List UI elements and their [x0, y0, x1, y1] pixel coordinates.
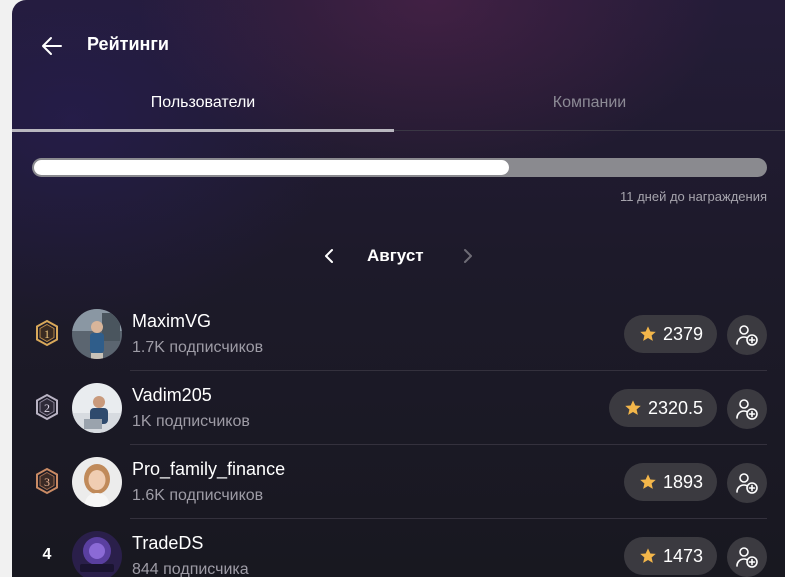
next-month-button[interactable]: [457, 246, 477, 266]
rank-number: 4: [42, 546, 52, 563]
user-name[interactable]: TradeDS: [132, 533, 203, 554]
rank-badge: 2: [32, 392, 62, 422]
star-icon: [640, 548, 656, 563]
award-countdown: 11 дней до награждения: [619, 189, 767, 204]
chevron-right-icon: [464, 249, 472, 263]
add-user-icon: [736, 325, 758, 346]
add-user-icon: [736, 399, 758, 420]
follow-button[interactable]: [727, 315, 767, 355]
subscribers-count: 844 подписчика: [132, 561, 249, 577]
score-badge[interactable]: 1473: [623, 537, 717, 575]
tabs: Пользователи Компании: [12, 88, 785, 132]
user-rating-list: 1 MaximVG 1.7K подписчиков 2379 2 Vadim2…: [12, 297, 785, 577]
gold-medal-icon: 1: [36, 319, 58, 347]
avatar[interactable]: [72, 309, 122, 359]
tab-companies[interactable]: Компании: [394, 88, 785, 132]
score-value: 2320.5: [647, 397, 703, 418]
add-user-icon: [736, 547, 758, 568]
score-value: 1893: [662, 471, 703, 492]
active-tab-indicator: [12, 129, 394, 132]
score-value: 1473: [662, 545, 703, 566]
subscribers-count: 1.7K подписчиков: [132, 339, 264, 356]
svg-text:3: 3: [44, 475, 50, 489]
list-item: 1 MaximVG 1.7K подписчиков 2379: [12, 297, 785, 371]
rank-badge: 1: [32, 318, 62, 348]
avatar[interactable]: [72, 531, 122, 577]
star-icon: [625, 400, 641, 415]
follow-button[interactable]: [727, 463, 767, 503]
score-badge[interactable]: 2379: [623, 315, 717, 353]
award-progress-fill: [34, 160, 509, 175]
ratings-panel: Рейтинги Пользователи Компании 11 дней д…: [12, 0, 785, 577]
arrow-left-icon: [42, 37, 62, 55]
list-item: 3 Pro_family_finance 1.6K подписчиков 18…: [12, 445, 785, 519]
chevron-left-icon: [325, 249, 333, 263]
follow-button[interactable]: [727, 537, 767, 577]
silver-medal-icon: 2: [36, 393, 58, 421]
list-item: 2 Vadim205 1K подписчиков 2320.5: [12, 371, 785, 445]
award-progress-bar: [32, 158, 767, 177]
subscribers-count: 1K подписчиков: [132, 413, 250, 430]
avatar[interactable]: [72, 457, 122, 507]
avatar[interactable]: [72, 383, 122, 433]
list-item: 4 TradeDS 844 подписчика 1473: [12, 519, 785, 577]
bronze-medal-icon: 3: [36, 467, 58, 495]
tab-users[interactable]: Пользователи: [12, 88, 394, 132]
prev-month-button[interactable]: [320, 246, 340, 266]
back-button[interactable]: [38, 32, 66, 60]
user-name[interactable]: Pro_family_finance: [132, 459, 285, 480]
score-badge[interactable]: 1893: [623, 463, 717, 501]
month-label: Август: [367, 246, 424, 265]
score-badge[interactable]: 2320.5: [608, 389, 717, 427]
rank-badge: 4: [32, 540, 62, 570]
follow-button[interactable]: [727, 389, 767, 429]
score-value: 2379: [662, 323, 703, 344]
star-icon: [640, 474, 656, 489]
rank-badge: 3: [32, 466, 62, 496]
user-name[interactable]: MaximVG: [132, 311, 211, 332]
svg-text:1: 1: [44, 327, 50, 341]
star-icon: [640, 326, 656, 341]
user-name[interactable]: Vadim205: [132, 385, 212, 406]
header: Рейтинги: [12, 0, 785, 88]
month-selector: Август: [12, 240, 785, 272]
page-title: Рейтинги: [87, 34, 169, 54]
subscribers-count: 1.6K подписчиков: [132, 487, 264, 504]
svg-text:2: 2: [44, 401, 50, 415]
add-user-icon: [736, 473, 758, 494]
